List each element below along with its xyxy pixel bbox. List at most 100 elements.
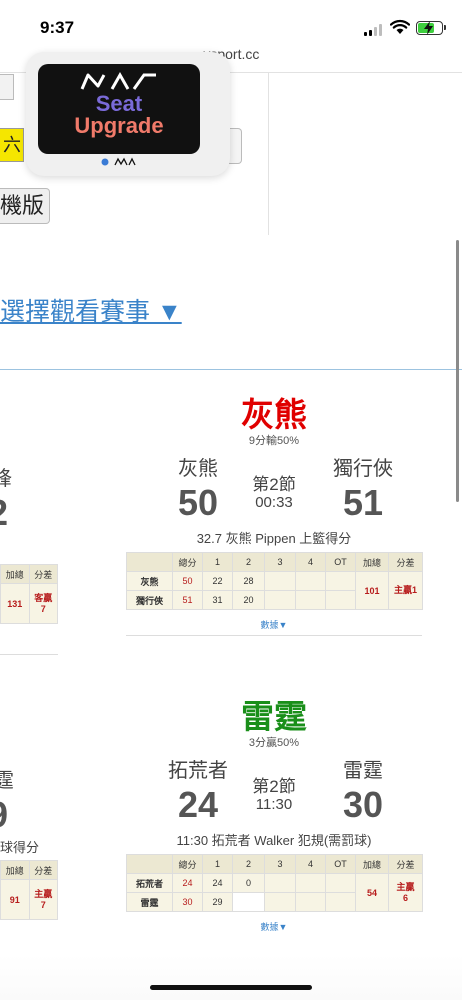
status-time: 9:37 [40, 18, 75, 37]
play-by-play-text: 32.7 灰熊 Pippen 上籃得分 [196, 531, 352, 546]
col-header: 4 [295, 552, 326, 572]
sum-cell: 101 [355, 571, 389, 610]
col-header: 1 [202, 854, 233, 874]
col-header [126, 552, 173, 572]
col-header: OT [325, 854, 356, 874]
partial-event-text: 球得分 [0, 840, 40, 855]
quarter-cell: 24 [202, 873, 233, 893]
game-clock: 11:30 [255, 796, 293, 813]
score-table: 總分 1 2 3 4 OT 加總 分差 灰熊 50 22 28 101 主贏1 [126, 552, 423, 610]
total-cell: 30 [172, 892, 203, 912]
game-quarter: 第2節 [252, 475, 296, 494]
partial-team-name: 锋 [0, 468, 12, 490]
game-card[interactable]: 雷霆 3分贏50% 拓荒者 雷霆 24 30 第2節 11:30 11:30 拓… [126, 690, 423, 940]
col-header: 加總 [355, 854, 389, 874]
partial-team-score: 2 [0, 492, 8, 534]
divider-vertical [268, 73, 269, 235]
ad-line-upgrade: Upgrade [74, 113, 164, 138]
quarter-cell [295, 571, 326, 591]
diff-cell: 主贏 7 [28, 879, 58, 920]
game-odds: 9分輸50% [248, 435, 300, 447]
score-table: 總分 1 2 3 4 OT 加總 分差 拓荒者 24 24 0 54 主贏 6 [126, 854, 423, 912]
battery-icon [416, 21, 446, 35]
quarter-cell: 20 [232, 590, 265, 610]
quarter-cell [232, 892, 265, 912]
bottom-fade [0, 955, 462, 1000]
mobile-version-button[interactable]: 機版 [0, 188, 50, 224]
quarter-cell: 28 [232, 571, 265, 591]
stats-toggle-link[interactable]: 數據▼ [126, 920, 422, 933]
col-header: 總分 [172, 552, 203, 572]
sum-cell: 131 [0, 583, 30, 624]
sum-cell: 91 [0, 879, 30, 920]
pip-ad-overlay[interactable]: Seat Upgrade [26, 52, 230, 176]
partial-score-table: 加總 分差 91 主贏 7 [0, 860, 58, 920]
game-title: 灰熊 [241, 395, 307, 434]
col-header: 加總 [355, 552, 389, 572]
quarter-cell: 29 [202, 892, 233, 912]
team-cell: 灰熊 [126, 571, 173, 591]
quarter-cell [325, 590, 356, 610]
col-header: 4 [295, 854, 326, 874]
quarter-cell [325, 892, 356, 912]
divider [126, 635, 422, 636]
game-quarter: 第2節 [252, 777, 296, 796]
col-header: 分差 [388, 552, 423, 572]
col-header: 分差 [388, 854, 423, 874]
game-clock: 00:33 [255, 494, 293, 511]
quarter-cell [264, 590, 296, 610]
total-cell: 24 [172, 873, 203, 893]
select-game-link[interactable]: 選擇觀看賽事 ▼ [0, 292, 182, 328]
partial-team-name: 霆 [0, 770, 14, 792]
partial-team-score: 9 [0, 794, 8, 836]
team-cell: 雷霆 [126, 892, 173, 912]
stats-toggle-link[interactable]: 數據▼ [126, 618, 422, 631]
table-row: 灰熊 50 22 28 101 主贏1 [126, 571, 423, 610]
quarter-cell [295, 892, 326, 912]
quarter-cell [325, 873, 356, 893]
away-team-name: 雷霆 [343, 760, 383, 782]
browser-page: { "status_bar": { "time": "9:37" }, "bro… [0, 0, 462, 1000]
sum-cell: 54 [355, 873, 389, 912]
kia-logo-icon [80, 72, 156, 90]
game-odds: 3分贏50% [248, 737, 300, 749]
team-cell: 拓荒者 [126, 873, 173, 893]
wifi-icon [390, 19, 410, 34]
col-header [126, 854, 173, 874]
home-indicator[interactable] [150, 985, 312, 990]
away-team-name: 獨行俠 [333, 458, 393, 480]
quarter-cell: 0 [232, 873, 265, 893]
table-row: 拓荒者 24 24 0 54 主贏 6 [126, 873, 423, 912]
diff-cell: 主贏 6 [388, 873, 423, 912]
col-header: 總分 [172, 854, 203, 874]
col-header: 3 [264, 552, 296, 572]
col-diff-header: 分差 [28, 860, 58, 880]
col-diff-header: 分差 [28, 564, 58, 584]
quarter-cell [264, 873, 296, 893]
quarter-cell [295, 590, 326, 610]
total-cell: 51 [172, 590, 203, 610]
sponsor-logos-icon [101, 157, 136, 166]
ad-banner[interactable]: Seat Upgrade [38, 64, 200, 154]
scrollbar[interactable] [456, 240, 459, 502]
partial-button[interactable] [0, 74, 14, 100]
partial-score-table: 加總 分差 131 客贏 7 [0, 564, 58, 624]
col-header: 3 [264, 854, 296, 874]
quarter-cell: 31 [202, 590, 233, 610]
game-card[interactable]: 灰熊 9分輸50% 灰熊 獨行俠 50 51 第2節 00:33 32.7 灰熊… [126, 388, 423, 638]
col-sum-header: 加總 [0, 564, 30, 584]
away-team-score: 30 [342, 784, 384, 825]
quarter-cell [264, 892, 296, 912]
section-divider [0, 369, 462, 370]
quarter-cell [264, 571, 296, 591]
quarter-cell [295, 873, 326, 893]
col-header: 2 [232, 552, 265, 572]
col-sum-header: 加總 [0, 860, 30, 880]
cellular-signal-icon [364, 24, 384, 36]
col-header: 1 [202, 552, 233, 572]
col-header: 2 [232, 854, 265, 874]
divider [0, 654, 58, 655]
total-cell: 50 [172, 571, 203, 591]
game-title: 雷霆 [241, 697, 307, 736]
highlight-button[interactable]: 六 [0, 128, 24, 162]
